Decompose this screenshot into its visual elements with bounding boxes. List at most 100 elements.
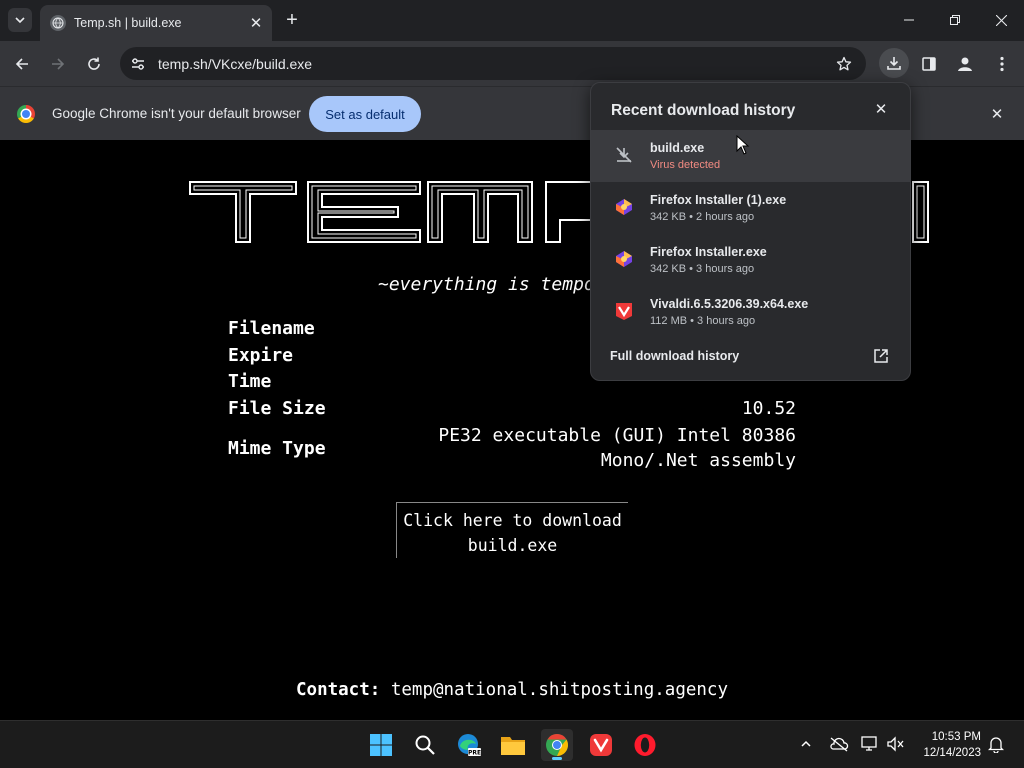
profile-button[interactable] (951, 50, 979, 78)
back-button[interactable] (8, 50, 36, 78)
menu-button[interactable] (988, 50, 1016, 78)
bookmark-button[interactable] (830, 50, 858, 78)
set-default-button[interactable]: Set as default (309, 96, 421, 132)
infobar-message: Google Chrome isn't your default browser (52, 106, 301, 121)
download-link-filename: build.exe (467, 536, 558, 555)
firefox-installer-icon (613, 248, 635, 270)
download-item-status: 342 KB • 3 hours ago (650, 263, 755, 275)
infobar-close-icon[interactable]: ✕ (988, 105, 1006, 123)
volume-muted-icon (887, 736, 904, 752)
mouse-cursor-icon (736, 135, 750, 155)
time-label: Time (228, 371, 272, 392)
filesize-value: 10.52 (741, 398, 796, 419)
chevron-down-icon (15, 17, 25, 24)
mimetype-label: Mime Type (228, 438, 326, 459)
filesize-label: File Size (228, 398, 326, 419)
filename-label: Filename (228, 318, 315, 339)
download-item-status: Virus detected (650, 159, 721, 171)
arrow-right-icon (52, 58, 65, 70)
side-panel-button[interactable] (915, 50, 943, 78)
network-icon (861, 736, 877, 751)
notifications-button[interactable] (985, 733, 1007, 755)
download-item[interactable]: Vivaldi.6.5.3206.39.x64.exe 112 MB • 3 h… (591, 286, 910, 338)
restore-button[interactable] (940, 8, 970, 32)
address-bar[interactable]: temp.sh/VKcxe/build.exe (120, 47, 866, 80)
clock-date: 12/14/2023 (923, 747, 981, 759)
minimize-button[interactable] (894, 8, 924, 32)
forward-button[interactable] (44, 50, 72, 78)
vivaldi-installer-icon (613, 300, 635, 322)
taskbar-search-button[interactable] (409, 729, 441, 761)
reload-button[interactable] (80, 50, 108, 78)
firefox-installer-icon (613, 196, 635, 218)
contact-email[interactable]: temp@national.shitposting.agency (391, 680, 728, 700)
tray-overflow-button[interactable] (795, 733, 817, 755)
downloads-button[interactable] (879, 48, 909, 78)
browser-toolbar: temp.sh/VKcxe/build.exe (0, 41, 1024, 86)
taskbar-vivaldi[interactable] (585, 729, 617, 761)
tab-close-icon[interactable]: ✕ (246, 13, 266, 33)
taskbar-clock[interactable]: 10:53 PM 12/14/2023 (915, 729, 981, 761)
arrow-left-icon (15, 58, 28, 70)
download-item-name: Firefox Installer.exe (650, 245, 767, 259)
download-history-popup: Recent download history ✕ build.exe Viru… (590, 82, 911, 381)
start-button[interactable] (365, 729, 397, 761)
site-info-button[interactable] (124, 50, 152, 78)
download-item-name: build.exe (650, 141, 705, 155)
download-link-line1: Click here to download (403, 511, 622, 530)
tab-search-button[interactable] (8, 8, 32, 32)
more-vert-icon (1000, 56, 1004, 72)
close-window-button[interactable] (986, 8, 1016, 32)
taskbar-opera[interactable] (629, 729, 661, 761)
download-item[interactable]: Firefox Installer.exe 342 KB • 3 hours a… (591, 234, 910, 286)
mimetype-value-line2: Mono/.Net assembly (600, 450, 796, 471)
chevron-up-icon (801, 740, 811, 747)
download-blocked-icon (613, 144, 635, 166)
tab-title: Temp.sh | build.exe (74, 16, 182, 30)
taskbar-chrome[interactable] (541, 729, 573, 761)
mimetype-value-line1: PE32 executable (GUI) Intel 80386 (438, 425, 796, 446)
download-item-name: Vivaldi.6.5.3206.39.x64.exe (650, 297, 809, 311)
bell-icon (988, 737, 1004, 753)
full-history-label: Full download history (610, 349, 740, 363)
tray-network-button[interactable] (859, 733, 881, 755)
download-item-name: Firefox Installer (1).exe (650, 193, 787, 207)
close-icon (995, 14, 1007, 26)
chrome-logo-icon (17, 105, 35, 123)
url-text[interactable]: temp.sh/VKcxe/build.exe (158, 56, 830, 72)
new-tab-button[interactable]: + (282, 9, 302, 31)
download-icon (887, 57, 901, 70)
contact-label: Contact: (296, 680, 381, 700)
download-item[interactable]: Firefox Installer (1).exe 342 KB • 2 hou… (591, 182, 910, 234)
tab-active[interactable]: Temp.sh | build.exe ✕ (40, 5, 272, 41)
expire-label: Expire (228, 345, 294, 366)
star-icon (836, 56, 852, 70)
cloud-off-icon (830, 737, 849, 752)
windows-taskbar: PRE 10:53 PM 12/14/2023 (0, 720, 1024, 768)
tune-icon (132, 57, 144, 70)
chrome-icon (546, 734, 568, 756)
download-item-status: 342 KB • 2 hours ago (650, 211, 755, 223)
taskbar-file-explorer[interactable] (497, 729, 529, 761)
minimize-icon (904, 19, 914, 21)
reload-icon (88, 57, 100, 70)
edge-preview-icon: PRE (458, 734, 481, 757)
download-item[interactable]: build.exe Virus detected (591, 130, 910, 182)
taskbar-edge-preview[interactable]: PRE (453, 729, 485, 761)
tray-volume-button[interactable] (885, 733, 907, 755)
tray-onedrive-button[interactable] (828, 733, 850, 755)
full-download-history-link[interactable]: Full download history (591, 341, 910, 373)
globe-icon (50, 15, 66, 31)
restore-icon (950, 15, 960, 25)
folder-icon (501, 737, 525, 755)
windows-logo-icon (370, 734, 392, 756)
search-icon (415, 735, 435, 755)
open-external-icon (874, 349, 888, 363)
popup-close-icon[interactable]: ✕ (871, 99, 891, 119)
vivaldi-icon (590, 734, 612, 756)
download-file-link[interactable]: Click here to download build.exe (396, 502, 628, 558)
popup-title: Recent download history (611, 102, 796, 119)
download-item-status: 112 MB • 3 hours ago (650, 315, 756, 327)
contact-line: Contact: temp@national.shitposting.agenc… (296, 680, 728, 700)
tab-strip: Temp.sh | build.exe ✕ + (0, 0, 1024, 41)
